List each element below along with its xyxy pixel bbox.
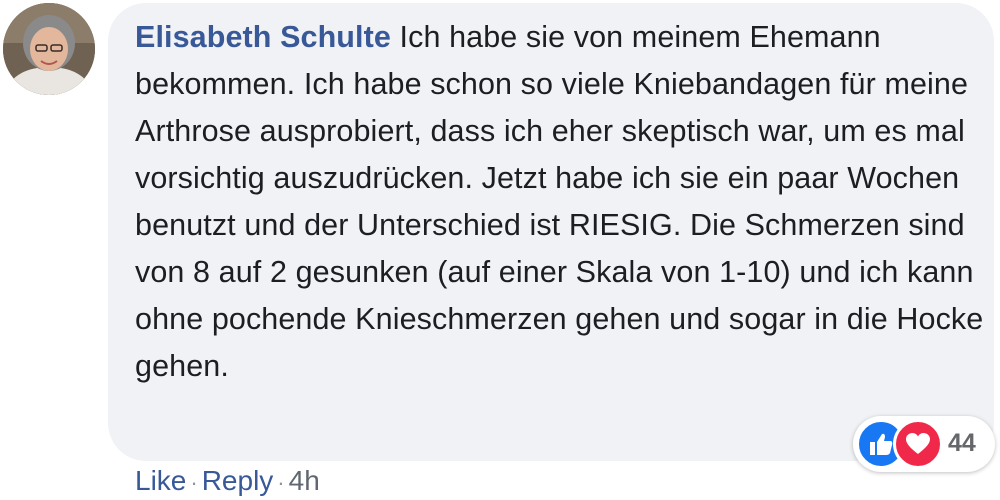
author-name[interactable]: Elisabeth Schulte xyxy=(135,20,391,54)
comment-actions: Like · Reply · 4h xyxy=(135,464,320,500)
comment-text: Ich habe sie von meinem Ehemann bekommen… xyxy=(135,20,984,383)
separator: · xyxy=(277,470,285,495)
like-link[interactable]: Like xyxy=(135,465,186,496)
avatar[interactable] xyxy=(3,3,95,95)
reaction-count: 44 xyxy=(948,429,976,457)
reactions-summary[interactable]: 44 xyxy=(853,416,995,472)
comment-body: Elisabeth Schulte Ich habe sie von meine… xyxy=(135,14,985,390)
profile-photo xyxy=(3,3,95,95)
love-icon xyxy=(893,419,943,469)
separator: · xyxy=(190,470,198,495)
reply-link[interactable]: Reply xyxy=(202,465,274,496)
timestamp[interactable]: 4h xyxy=(289,465,320,496)
